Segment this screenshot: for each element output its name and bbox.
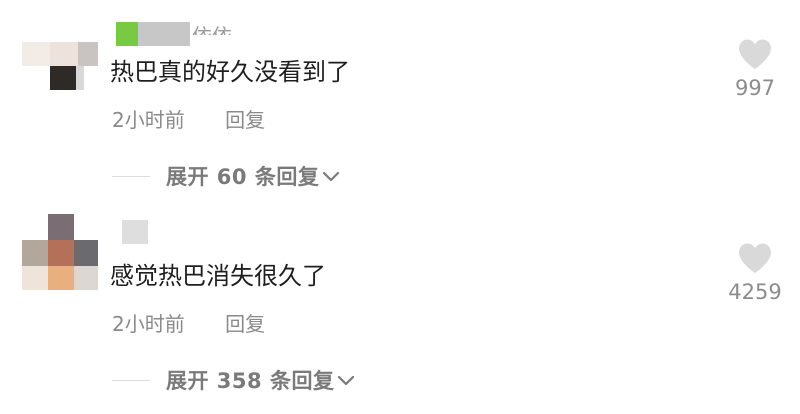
comment-meta: 2小时前 回复	[112, 108, 265, 132]
comment-time: 2小时前	[112, 312, 185, 336]
avatar[interactable]	[22, 214, 98, 290]
heart-icon	[739, 39, 771, 69]
like-count: 997	[734, 76, 776, 100]
chevron-down-icon	[338, 375, 355, 386]
heart-icon	[739, 243, 771, 273]
username-badge	[122, 220, 148, 244]
expand-replies-label: 展开 358 条回复	[166, 369, 335, 393]
like-button[interactable]: 4259	[725, 242, 785, 304]
reply-button[interactable]: 回复	[225, 312, 265, 336]
username-badge	[138, 22, 190, 46]
username[interactable]	[122, 214, 150, 244]
divider-line	[112, 379, 150, 381]
divider-line	[112, 175, 150, 177]
comment-text: 感觉热巴消失很久了	[110, 262, 326, 290]
username-text: 依依	[192, 24, 232, 48]
comment-list: 依依 热巴真的好久没看到了 2小时前 回复 展开 60 条回复 997 感觉热巴…	[0, 0, 800, 414]
comment-time: 2小时前	[112, 108, 185, 132]
username[interactable]: 依依	[116, 16, 232, 46]
like-button[interactable]: 997	[725, 38, 785, 100]
reply-button[interactable]: 回复	[225, 108, 265, 132]
expand-replies-label: 展开 60 条回复	[166, 165, 320, 189]
like-count: 4259	[728, 280, 782, 304]
expand-replies-button[interactable]: 展开 358 条回复	[112, 366, 356, 394]
avatar[interactable]	[22, 14, 98, 90]
comment-text: 热巴真的好久没看到了	[110, 58, 350, 86]
comment-meta: 2小时前 回复	[112, 312, 265, 336]
username-badge	[116, 22, 138, 46]
chevron-down-icon	[323, 171, 340, 182]
expand-replies-button[interactable]: 展开 60 条回复	[112, 162, 341, 190]
